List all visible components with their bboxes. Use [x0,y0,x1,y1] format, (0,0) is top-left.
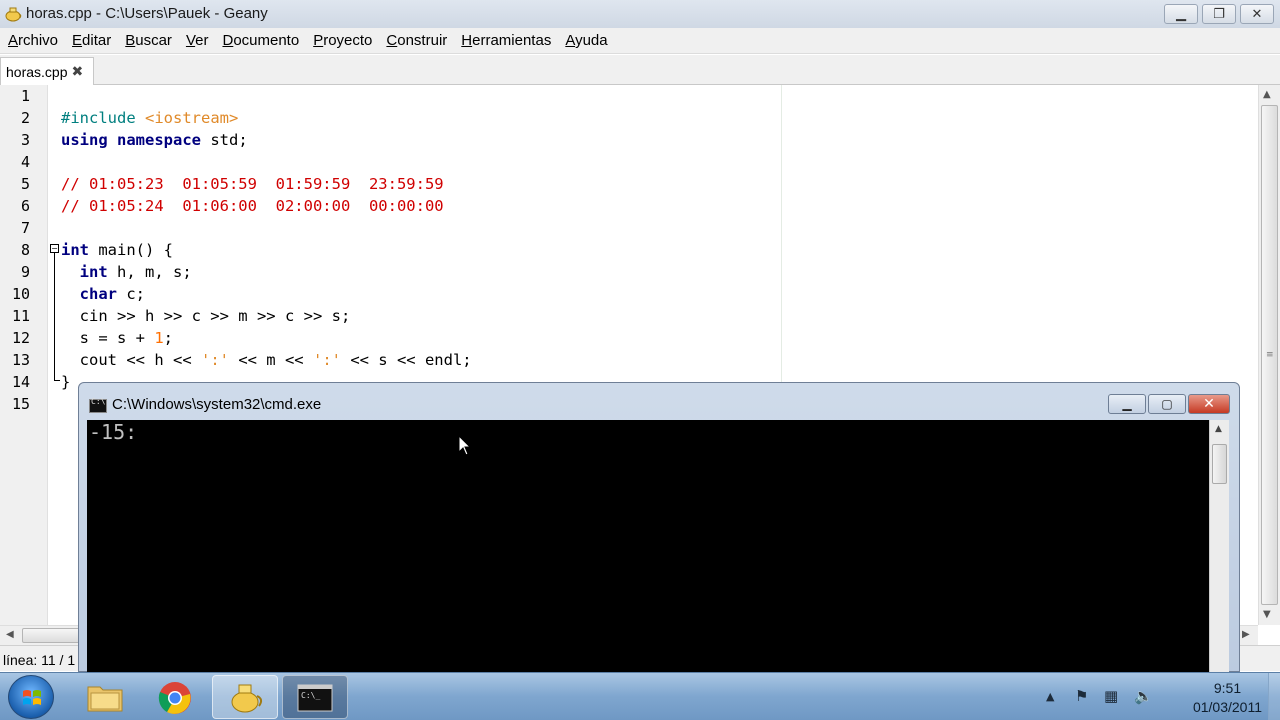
code-line: } [61,373,71,391]
maximize-icon: ❐ [1213,6,1225,22]
line-number: 11 [11,307,30,325]
menu-ayuda[interactable]: Ayuda [565,32,607,49]
line-number: 2 [20,109,30,127]
code-line: // 01:05:24 01:06:00 02:00:00 00:00:00 [61,197,444,215]
menu-ver[interactable]: Ver [186,32,209,49]
close-icon: ✕ [1203,396,1215,412]
code-line: int main() { [61,241,173,259]
menu-editar[interactable]: Editar [72,32,111,49]
folder-icon [87,686,123,712]
maximize-button[interactable]: ❐ [1202,4,1236,24]
line-number: 9 [20,263,30,281]
cmd-window-controls: ▁ ▢ ✕ [1108,394,1230,414]
taskbar: C:\_ ▲ ⚑ ▦ 🔈 9:51 01/03/2011 [0,672,1280,720]
cmd-minimize-button[interactable]: ▁ [1108,394,1146,414]
line-number: 6 [20,197,30,215]
code-line: int h, m, s; [79,263,192,281]
line-number: 13 [11,351,30,369]
windows-logo-icon [23,690,41,705]
vertical-scroll-thumb[interactable]: ≡ [1261,105,1278,605]
line-number: 15 [11,395,30,413]
cursor-position-status: línea: 11 / 1 [3,652,76,668]
scroll-up-icon[interactable]: ▲ [1215,424,1222,434]
cmd-window-title: C:\Windows\system32\cmd.exe [112,396,322,413]
geany-icon [231,684,263,713]
menu-herramientas[interactable]: Herramientas [461,32,551,49]
maximize-icon: ▢ [1161,397,1173,411]
code-line: cout << h << ':' << m << ':' << s << end… [61,351,472,369]
menu-proyecto[interactable]: Proyecto [313,32,372,49]
menu-bar: Archivo Editar Buscar Ver Documento Proy… [0,28,1280,54]
console-text: -15: [89,420,138,444]
fold-toggle-icon[interactable]: − [50,244,59,253]
code-line: #include <iostream> [61,109,239,127]
menu-buscar[interactable]: Buscar [125,32,172,49]
chrome-icon [158,682,191,714]
menu-documento[interactable]: Documento [222,32,299,49]
menu-construir[interactable]: Construir [386,32,447,49]
tab-horas-cpp[interactable]: horas.cpp ✖ [0,57,94,85]
scroll-down-icon[interactable]: ▼ [1263,609,1271,620]
tab-close-icon[interactable]: ✖ [71,64,83,80]
tab-label: horas.cpp [6,63,68,80]
show-hidden-icons[interactable]: ▲ [1046,690,1054,703]
line-number: 4 [20,153,30,171]
volume-icon[interactable]: 🔈 [1134,687,1153,705]
cmd-maximize-button[interactable]: ▢ [1148,394,1186,414]
document-tab-bar: horas.cpp ✖ [0,55,1280,85]
taskbar-cmd[interactable]: C:\_ [282,675,348,719]
line-number: 7 [20,219,30,237]
line-number: 8 [20,241,30,259]
clock-date: 01/03/2011 [1192,699,1262,715]
window-title: horas.cpp - C:\Users\Pauek - Geany [26,5,268,22]
scroll-right-icon[interactable]: ▶ [1242,629,1250,640]
minimize-button[interactable]: ▁ [1164,4,1198,24]
taskbar-chrome[interactable] [142,675,208,719]
code-line: char c; [79,285,145,303]
scroll-up-icon[interactable]: ▲ [1263,89,1271,100]
clock-time: 9:51 [1213,680,1242,696]
horizontal-scroll-thumb[interactable] [22,628,82,643]
line-number: 1 [20,87,30,105]
cmd-close-button[interactable]: ✕ [1188,394,1230,414]
taskbar-explorer[interactable] [72,675,138,719]
line-number: 10 [11,285,30,303]
network-icon[interactable]: ▦ [1104,687,1118,705]
fold-guide-end [54,380,60,381]
window-controls: ▁ ❐ ✕ [1164,4,1274,24]
code-line: s = s + 1; [61,329,174,347]
start-button[interactable] [8,675,54,719]
code-line: // 01:05:23 01:05:59 01:59:59 23:59:59 [61,175,444,193]
scroll-left-icon[interactable]: ◀ [6,629,14,640]
svg-text:C:\_: C:\_ [301,691,320,700]
code-line: using namespace std; [61,131,248,149]
close-icon: ✕ [1251,6,1263,22]
show-desktop-button[interactable] [1268,673,1280,720]
minimize-icon: ▁ [1122,397,1132,411]
line-number: 14 [11,373,30,391]
cmd-vertical-scrollbar[interactable]: ▲ [1209,420,1229,673]
action-center-flag-icon[interactable]: ⚑ [1075,687,1088,705]
cmd-scroll-thumb[interactable] [1212,444,1227,484]
minimize-icon: ▁ [1176,6,1186,22]
cmd-window[interactable]: C:\ C:\Windows\system32\cmd.exe ▁ ▢ ✕ -1… [78,382,1240,673]
line-number: 3 [20,131,30,149]
line-number: 5 [20,175,30,193]
code-line: cin >> h >> c >> m >> c >> s; [61,307,351,325]
console-output[interactable]: -15: [87,420,1209,673]
console-icon: C:\_ [297,684,333,712]
mouse-pointer-icon [458,435,472,456]
grip-icon: ≡ [1266,350,1274,360]
clock[interactable]: 9:51 01/03/2011 [1193,679,1262,717]
fold-guide [54,253,55,381]
line-number-gutter: 1 2 3 4 5 6 7 8 9 10 11 12 13 14 15 [0,85,48,625]
close-button[interactable]: ✕ [1240,4,1274,24]
cmd-icon: C:\ [89,397,107,413]
taskbar-geany[interactable] [212,675,278,719]
menu-archivo[interactable]: Archivo [8,32,58,49]
editor-vertical-scrollbar[interactable]: ▲ ≡ ▼ [1258,85,1280,625]
line-number: 12 [11,329,30,347]
geany-app-icon [5,7,22,22]
title-bar[interactable]: horas.cpp - C:\Users\Pauek - Geany ▁ ❐ ✕ [0,0,1280,28]
